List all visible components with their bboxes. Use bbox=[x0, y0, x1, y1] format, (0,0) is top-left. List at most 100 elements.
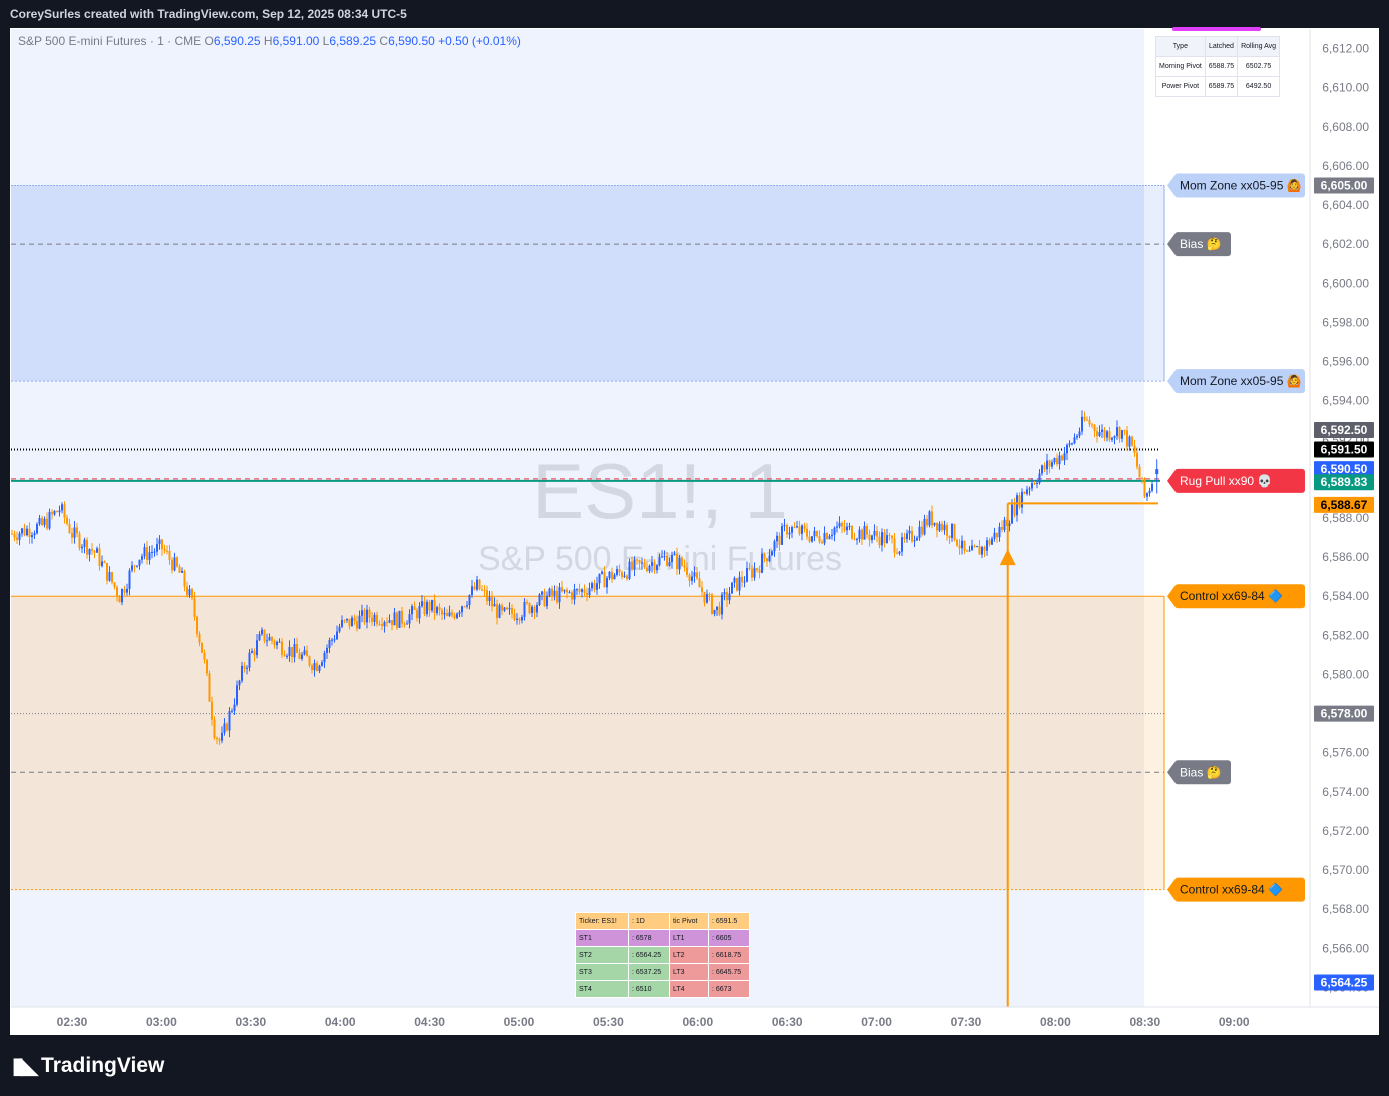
candle-body bbox=[278, 641, 281, 643]
candle-body bbox=[403, 623, 406, 625]
candle-body bbox=[346, 618, 348, 621]
candle-body bbox=[541, 591, 543, 595]
candle-body bbox=[266, 640, 268, 642]
candle-body bbox=[961, 540, 963, 549]
candle-body bbox=[718, 606, 721, 615]
candle-body bbox=[33, 533, 36, 536]
candle-body bbox=[426, 601, 428, 615]
zone-label: Control xx69-84 🔷 bbox=[1180, 883, 1283, 897]
candle-body bbox=[98, 548, 101, 566]
candle-body bbox=[641, 562, 643, 564]
legend-close: 6,590.50 bbox=[388, 34, 435, 48]
candle-body bbox=[983, 546, 986, 551]
candle-body bbox=[1136, 452, 1138, 467]
legend-high: 6,591.00 bbox=[272, 34, 320, 48]
candle-body bbox=[268, 637, 271, 641]
y-tick-label: 6,584.00 bbox=[1322, 589, 1369, 603]
symbol-legend[interactable]: S&P 500 E-mini Futures · 1 · CME O6,590.… bbox=[18, 34, 521, 48]
candle-body bbox=[1116, 427, 1118, 437]
candle-body bbox=[1086, 419, 1088, 421]
candle-body bbox=[1031, 483, 1033, 489]
candle-body bbox=[233, 704, 236, 711]
candle-body bbox=[128, 570, 131, 589]
candle-body bbox=[1033, 483, 1036, 485]
table-row: ST3: 6537.25 LT3: 6645.75 bbox=[575, 963, 750, 981]
candle-body bbox=[246, 667, 248, 669]
candle-body bbox=[1128, 436, 1131, 447]
candle-body bbox=[241, 665, 243, 681]
candle-body bbox=[491, 597, 493, 607]
candle-body bbox=[723, 592, 726, 595]
candle-body bbox=[746, 568, 748, 582]
mom-zone-ext bbox=[1144, 185, 1164, 382]
candle-body bbox=[738, 576, 741, 591]
candle-body bbox=[236, 685, 238, 705]
candle-body bbox=[1013, 504, 1016, 516]
table-row: Ticker: ES1!: 1D tic Pivot: 6591.5 bbox=[575, 912, 750, 930]
pivot-table: Type Latched Rolling Avg Morning Pivot 6588.… bbox=[1155, 36, 1281, 97]
candle-body bbox=[21, 528, 23, 534]
candle-body bbox=[1073, 437, 1076, 444]
table-cell: tic Pivot bbox=[669, 912, 709, 930]
control-zone-ext bbox=[1144, 596, 1164, 890]
table-row: Morning Pivot 6588.75 6502.75 bbox=[1155, 56, 1281, 77]
candle-body bbox=[621, 572, 623, 577]
legend-open: 6,590.25 bbox=[213, 34, 261, 48]
candle-body bbox=[126, 588, 128, 593]
candle-body bbox=[476, 579, 478, 590]
tradingview-brand[interactable]: ▮◣ TradingView bbox=[12, 1052, 164, 1080]
candle-body bbox=[16, 537, 18, 540]
candle-body bbox=[503, 607, 506, 611]
candle-body bbox=[451, 612, 453, 616]
candle-body bbox=[178, 566, 181, 573]
candle-body bbox=[301, 654, 303, 659]
candle-body bbox=[796, 526, 798, 528]
candle-body bbox=[283, 654, 286, 657]
table-cell: : 6645.75 bbox=[708, 963, 750, 981]
candle-body bbox=[978, 546, 981, 555]
candle-body bbox=[721, 594, 723, 615]
candle-body bbox=[821, 541, 823, 544]
mom-zone bbox=[11, 185, 1144, 382]
x-tick-label: 05:30 bbox=[593, 1015, 624, 1029]
candle-body bbox=[93, 550, 96, 553]
candle-body bbox=[926, 518, 928, 526]
candle-body bbox=[1056, 458, 1058, 465]
table-cell: LT3 bbox=[669, 963, 709, 981]
candle-body bbox=[1093, 424, 1096, 432]
indicator-tab[interactable] bbox=[1172, 27, 1261, 31]
candle-body bbox=[1146, 493, 1148, 497]
candle-body bbox=[228, 711, 231, 731]
candle-body bbox=[521, 617, 523, 621]
candle-body bbox=[698, 578, 701, 588]
candle-body bbox=[638, 559, 641, 564]
table-row: Power Pivot 6589.75 6492.50 bbox=[1155, 76, 1281, 97]
candle-body bbox=[191, 589, 193, 599]
candle-body bbox=[1008, 523, 1011, 526]
candle-body bbox=[78, 533, 81, 549]
candle-body bbox=[193, 598, 196, 617]
candle-body bbox=[583, 589, 586, 593]
candle-body bbox=[631, 561, 633, 570]
candle-body bbox=[828, 536, 831, 539]
candle-body bbox=[666, 556, 668, 566]
candle-body bbox=[373, 614, 376, 622]
candle-body bbox=[773, 541, 776, 552]
candle-body bbox=[891, 536, 893, 539]
candle-body bbox=[63, 504, 66, 518]
candle-body bbox=[756, 568, 758, 570]
candle-body bbox=[48, 511, 51, 529]
candle-body bbox=[281, 641, 283, 655]
candle-body bbox=[43, 518, 46, 526]
candle-body bbox=[1036, 482, 1038, 484]
candle-body bbox=[683, 565, 686, 568]
candle-body bbox=[291, 647, 293, 658]
candle-body bbox=[1043, 465, 1046, 470]
table-cell: : 6510 bbox=[628, 980, 670, 998]
candle-body bbox=[453, 615, 456, 619]
candle-body bbox=[386, 622, 388, 624]
candle-body bbox=[1121, 430, 1123, 439]
candle-body bbox=[788, 532, 791, 535]
candle-body bbox=[871, 535, 873, 541]
candle-body bbox=[848, 525, 851, 527]
